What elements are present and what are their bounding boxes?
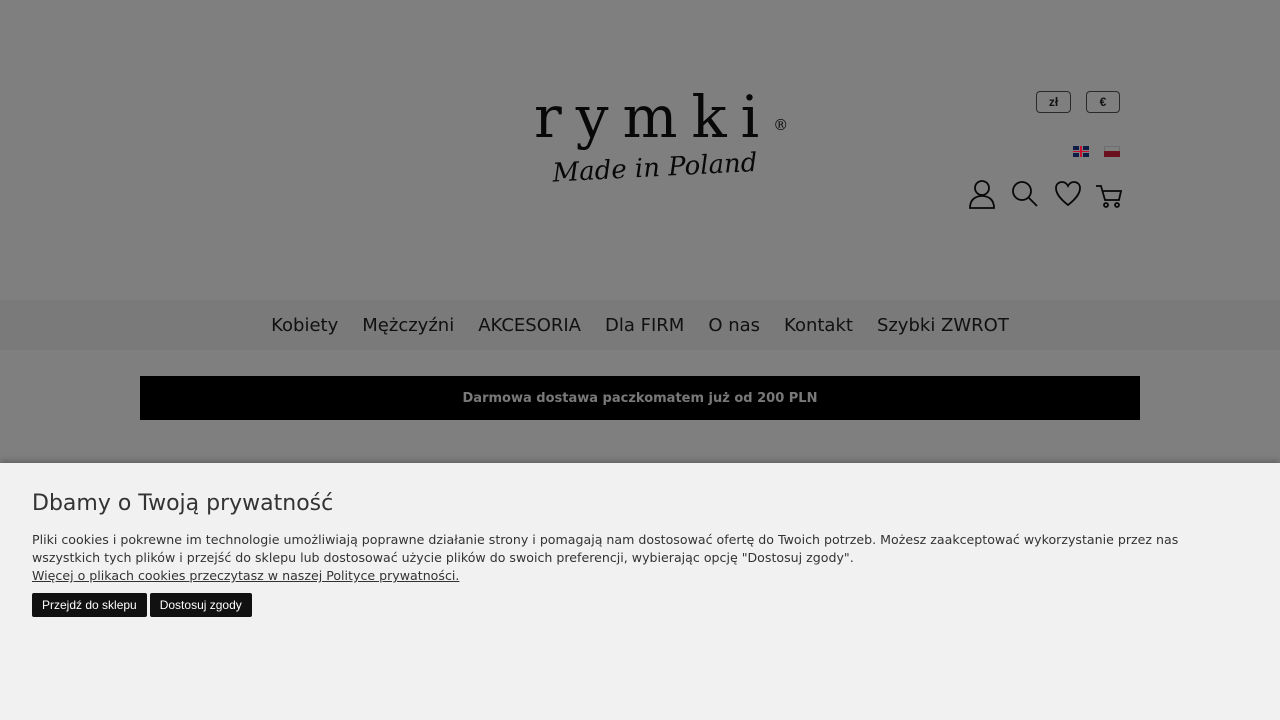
privacy-policy-link[interactable]: Więcej o plikach cookies przeczytasz w n… xyxy=(32,567,1248,585)
customize-consents-button[interactable]: Dostosuj zgody xyxy=(149,593,252,617)
cookie-actions: Przejdź do sklepu Dostosuj zgody xyxy=(32,593,1248,617)
cookie-description: Pliki cookies i pokrewne im technologie … xyxy=(32,532,1179,565)
cookie-title: Dbamy o Twoją prywatność xyxy=(32,491,334,516)
cookie-consent-panel: Dbamy o Twoją prywatność Pliki cookies i… xyxy=(0,463,1280,720)
accept-cookies-button[interactable]: Przejdź do sklepu xyxy=(32,593,147,617)
